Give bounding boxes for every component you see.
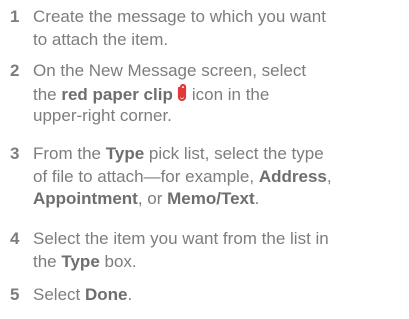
step-text-line: Select the item you want from the list i…: [33, 228, 409, 251]
text-run: the: [33, 84, 62, 104]
step-text: Select Done.: [33, 284, 409, 307]
text-run: upper-right corner.: [33, 106, 172, 125]
step-text: Create the message to which you want to a…: [33, 6, 409, 51]
step-item: 5 Select Done.: [0, 284, 409, 307]
step-item: 2 On the New Message screen, select the re…: [0, 60, 409, 128]
step-text: From the Type pick list, select the type…: [33, 143, 409, 211]
bold-term: Appointment: [33, 189, 138, 208]
text-run: From the: [33, 144, 106, 163]
step-text-line: On the New Message screen, select: [33, 60, 409, 83]
step-text-line: From the Type pick list, select the type: [33, 143, 409, 166]
text-run: of file to attach—for example,: [33, 166, 259, 186]
text-run: Select the item you want from the list i…: [33, 229, 329, 248]
step-number: 2: [10, 61, 20, 80]
bold-term: red paper clip: [61, 84, 173, 104]
bold-term: Memo/Text: [167, 189, 255, 208]
bold-term: Done: [84, 285, 128, 304]
text-run: Select: [33, 285, 85, 304]
text-run: to attach the item.: [33, 29, 169, 49]
bold-term: Type: [61, 251, 100, 271]
step-number: 3: [10, 144, 20, 163]
text-run: ,: [326, 166, 332, 186]
bold-term: Type: [105, 144, 145, 163]
step-text-line: the Type box.: [33, 251, 409, 274]
paper-clip-icon: [177, 83, 186, 101]
text-run: Create the message to which you want: [33, 7, 326, 26]
step-text: On the New Message screen, select the red…: [33, 60, 409, 128]
text-run: pick list, select the type: [144, 144, 324, 163]
step-item: 4 Select the item you want from the list …: [0, 228, 409, 273]
step-text-line: upper-right corner.: [33, 105, 409, 128]
step-number: 5: [10, 285, 20, 304]
step-number: 1: [10, 7, 20, 26]
step-text-line: to attach the item.: [33, 29, 409, 52]
step-item: 1 Create the message to which you want to …: [0, 6, 409, 51]
step-number: 4: [10, 229, 20, 248]
step-text-line: the red paper clip icon in the: [33, 83, 409, 106]
text-run: icon in the: [191, 84, 270, 104]
step-text-line: of file to attach—for example, Address,: [33, 166, 409, 189]
step-item: 3 From the Type pick list, select the typ…: [0, 143, 409, 211]
step-text: Select the item you want from the list i…: [33, 228, 409, 273]
step-text-line: Select Done.: [33, 284, 409, 307]
text-run: .: [127, 285, 133, 304]
text-run: , or: [137, 189, 168, 208]
step-text-line: Create the message to which you want: [33, 6, 409, 29]
text-run: the: [33, 251, 62, 271]
text-run: .: [254, 189, 260, 208]
text-run: On the New Message screen, select: [33, 61, 307, 80]
step-text-line: Appointment, or Memo/Text.: [33, 188, 409, 211]
bold-term: Address: [258, 166, 327, 186]
text-run: box.: [99, 251, 137, 271]
